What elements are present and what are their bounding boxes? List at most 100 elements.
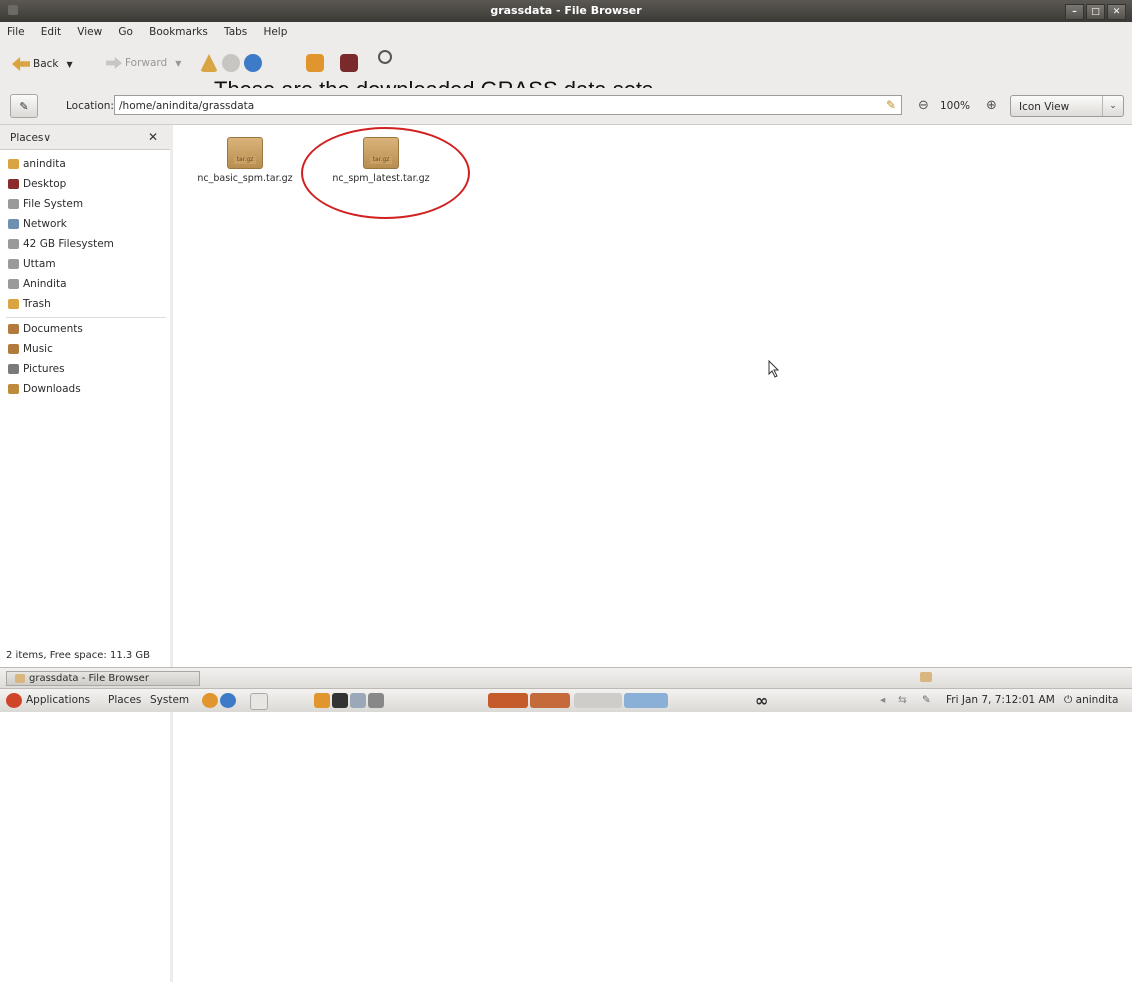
- menu-file[interactable]: File: [0, 22, 31, 38]
- calculator-icon[interactable]: [368, 693, 384, 708]
- zoom-in-icon[interactable]: ⊕: [986, 98, 997, 113]
- terminal-icon[interactable]: [332, 693, 348, 708]
- location-bar: ✎ Location: /home/anindita/grassdata ✎ ⊖…: [0, 88, 1132, 125]
- sidebar-separator: [6, 317, 166, 318]
- up-icon[interactable]: [200, 54, 218, 72]
- sidebar-item-documents[interactable]: Documents: [8, 320, 83, 338]
- archive-icon: tar.gz: [227, 137, 263, 169]
- stop-icon[interactable]: [222, 54, 240, 72]
- sidebar-item-filesystem[interactable]: File System: [8, 195, 83, 213]
- user-name: anindita: [1075, 694, 1119, 706]
- zoom-level[interactable]: 100%: [940, 100, 970, 112]
- sidebar-item-42gb[interactable]: 42 GB Filesystem: [8, 235, 114, 253]
- pen-icon[interactable]: ✎: [922, 694, 931, 706]
- documents-folder-icon: [8, 324, 19, 334]
- menu-edit[interactable]: Edit: [34, 22, 67, 38]
- file-view[interactable]: tar.gz nc_basic_spm.tar.gz tar.gz nc_spm…: [173, 125, 1132, 982]
- network-arrows-icon[interactable]: ⇆: [898, 694, 907, 706]
- search-icon[interactable]: [378, 50, 392, 64]
- downloads-folder-icon: [8, 384, 19, 394]
- forward-button[interactable]: Forward ▼: [106, 57, 181, 69]
- minimize-button[interactable]: –: [1065, 4, 1084, 20]
- view-select-value: Icon View: [1019, 101, 1070, 113]
- system-menu[interactable]: System: [150, 694, 189, 706]
- firefox-icon[interactable]: [202, 693, 218, 708]
- menu-bookmarks[interactable]: Bookmarks: [142, 22, 214, 38]
- network-icon: [8, 219, 19, 229]
- sidebar-item-downloads[interactable]: Downloads: [8, 380, 81, 398]
- trash-icon: [8, 299, 19, 309]
- menu-tabs[interactable]: Tabs: [217, 22, 253, 38]
- home-folder-icon[interactable]: [314, 693, 330, 708]
- text-editor-icon[interactable]: [250, 693, 268, 710]
- chevron-down-icon: ⌄: [1102, 96, 1123, 116]
- sidebar-item-label: Pictures: [23, 363, 65, 375]
- applications-menu[interactable]: Applications: [26, 694, 90, 706]
- location-label: Location:: [66, 100, 114, 112]
- app-launcher-icon[interactable]: [624, 693, 668, 708]
- menu-help[interactable]: Help: [256, 22, 293, 38]
- menu-bar: File Edit View Go Bookmarks Tabs Help: [0, 22, 1132, 42]
- sidebar-item-label: File System: [23, 198, 84, 210]
- home-icon[interactable]: [306, 54, 324, 72]
- user-menu[interactable]: ⏻ anindita: [1064, 694, 1118, 707]
- sidebar-places-dropdown[interactable]: Places∨: [10, 132, 51, 144]
- status-bar: 2 items, Free space: 11.3 GB: [0, 646, 1132, 666]
- places-menu[interactable]: Places: [108, 694, 141, 706]
- sidebar-header-label: Places: [10, 132, 44, 144]
- window-controls: – □ ✕: [1065, 4, 1126, 20]
- sidebar-item-desktop[interactable]: Desktop: [8, 175, 66, 193]
- menu-go[interactable]: Go: [111, 22, 139, 38]
- drive-icon: [8, 199, 19, 209]
- sidebar-item-home[interactable]: anindita: [8, 155, 66, 173]
- help-icon[interactable]: [220, 693, 236, 708]
- music-folder-icon: [8, 344, 19, 354]
- chevron-down-icon: ▼: [175, 58, 182, 68]
- menu-view[interactable]: View: [70, 22, 108, 38]
- back-arrow-icon: [12, 57, 30, 71]
- forward-arrow-icon: [106, 57, 122, 69]
- sidebar-item-label: Network: [23, 218, 67, 230]
- taskbar-window-button[interactable]: grassdata - File Browser: [6, 671, 200, 686]
- sidebar-item-label: Downloads: [23, 383, 81, 395]
- mouse-pointer-icon: [768, 360, 780, 378]
- sidebar-item-pictures[interactable]: Pictures: [8, 360, 65, 378]
- clear-icon[interactable]: ✎: [886, 98, 896, 112]
- toolbar: Back ▼ Forward ▼ These are the downloade…: [0, 42, 1132, 102]
- folder-icon[interactable]: [920, 672, 932, 682]
- view-select[interactable]: Icon View ⌄: [1010, 95, 1124, 117]
- infinity-icon[interactable]: ∞: [755, 691, 768, 710]
- window-titlebar[interactable]: grassdata - File Browser – □ ✕: [0, 0, 1132, 22]
- sidebar-item-label: anindita: [23, 158, 66, 170]
- sidebar-item-anindita-drive[interactable]: Anindita: [8, 275, 67, 293]
- reload-icon[interactable]: [244, 54, 262, 72]
- zoom-out-icon[interactable]: ⊖: [918, 98, 929, 113]
- close-button[interactable]: ✕: [1107, 4, 1126, 20]
- maximize-button[interactable]: □: [1086, 4, 1105, 20]
- close-sidebar-icon[interactable]: ✕: [148, 130, 158, 144]
- highlight-circle: [301, 127, 470, 219]
- clock[interactable]: Fri Jan 7, 7:12:01 AM: [946, 694, 1055, 706]
- location-input[interactable]: /home/anindita/grassdata: [114, 95, 902, 115]
- file-item[interactable]: tar.gz nc_basic_spm.tar.gz: [185, 137, 305, 184]
- places-sidebar: Places∨ ✕ anindita Desktop File System N…: [0, 125, 171, 982]
- sidebar-item-network[interactable]: Network: [8, 215, 67, 233]
- image-viewer-icon[interactable]: [350, 693, 366, 708]
- app-launcher-icon[interactable]: [574, 693, 622, 708]
- sidebar-item-music[interactable]: Music: [8, 340, 53, 358]
- computer-icon[interactable]: [340, 54, 358, 72]
- volume-icon[interactable]: ◂: [880, 694, 885, 706]
- app-launcher-icon[interactable]: [488, 693, 528, 708]
- window-list-panel: grassdata - File Browser: [0, 667, 1132, 688]
- sidebar-item-uttam[interactable]: Uttam: [8, 255, 56, 273]
- back-button[interactable]: Back ▼: [12, 57, 73, 71]
- home-folder-icon: [8, 159, 19, 169]
- gnome-foot-icon: [6, 693, 22, 708]
- sidebar-item-label: Music: [23, 343, 53, 355]
- sidebar-item-label: Uttam: [23, 258, 56, 270]
- app-launcher-icon[interactable]: [530, 693, 570, 708]
- drive-icon: [8, 239, 19, 249]
- sidebar-item-trash[interactable]: Trash: [8, 295, 51, 313]
- edit-location-button[interactable]: ✎: [10, 94, 38, 118]
- sidebar-header: Places∨ ✕: [0, 125, 170, 150]
